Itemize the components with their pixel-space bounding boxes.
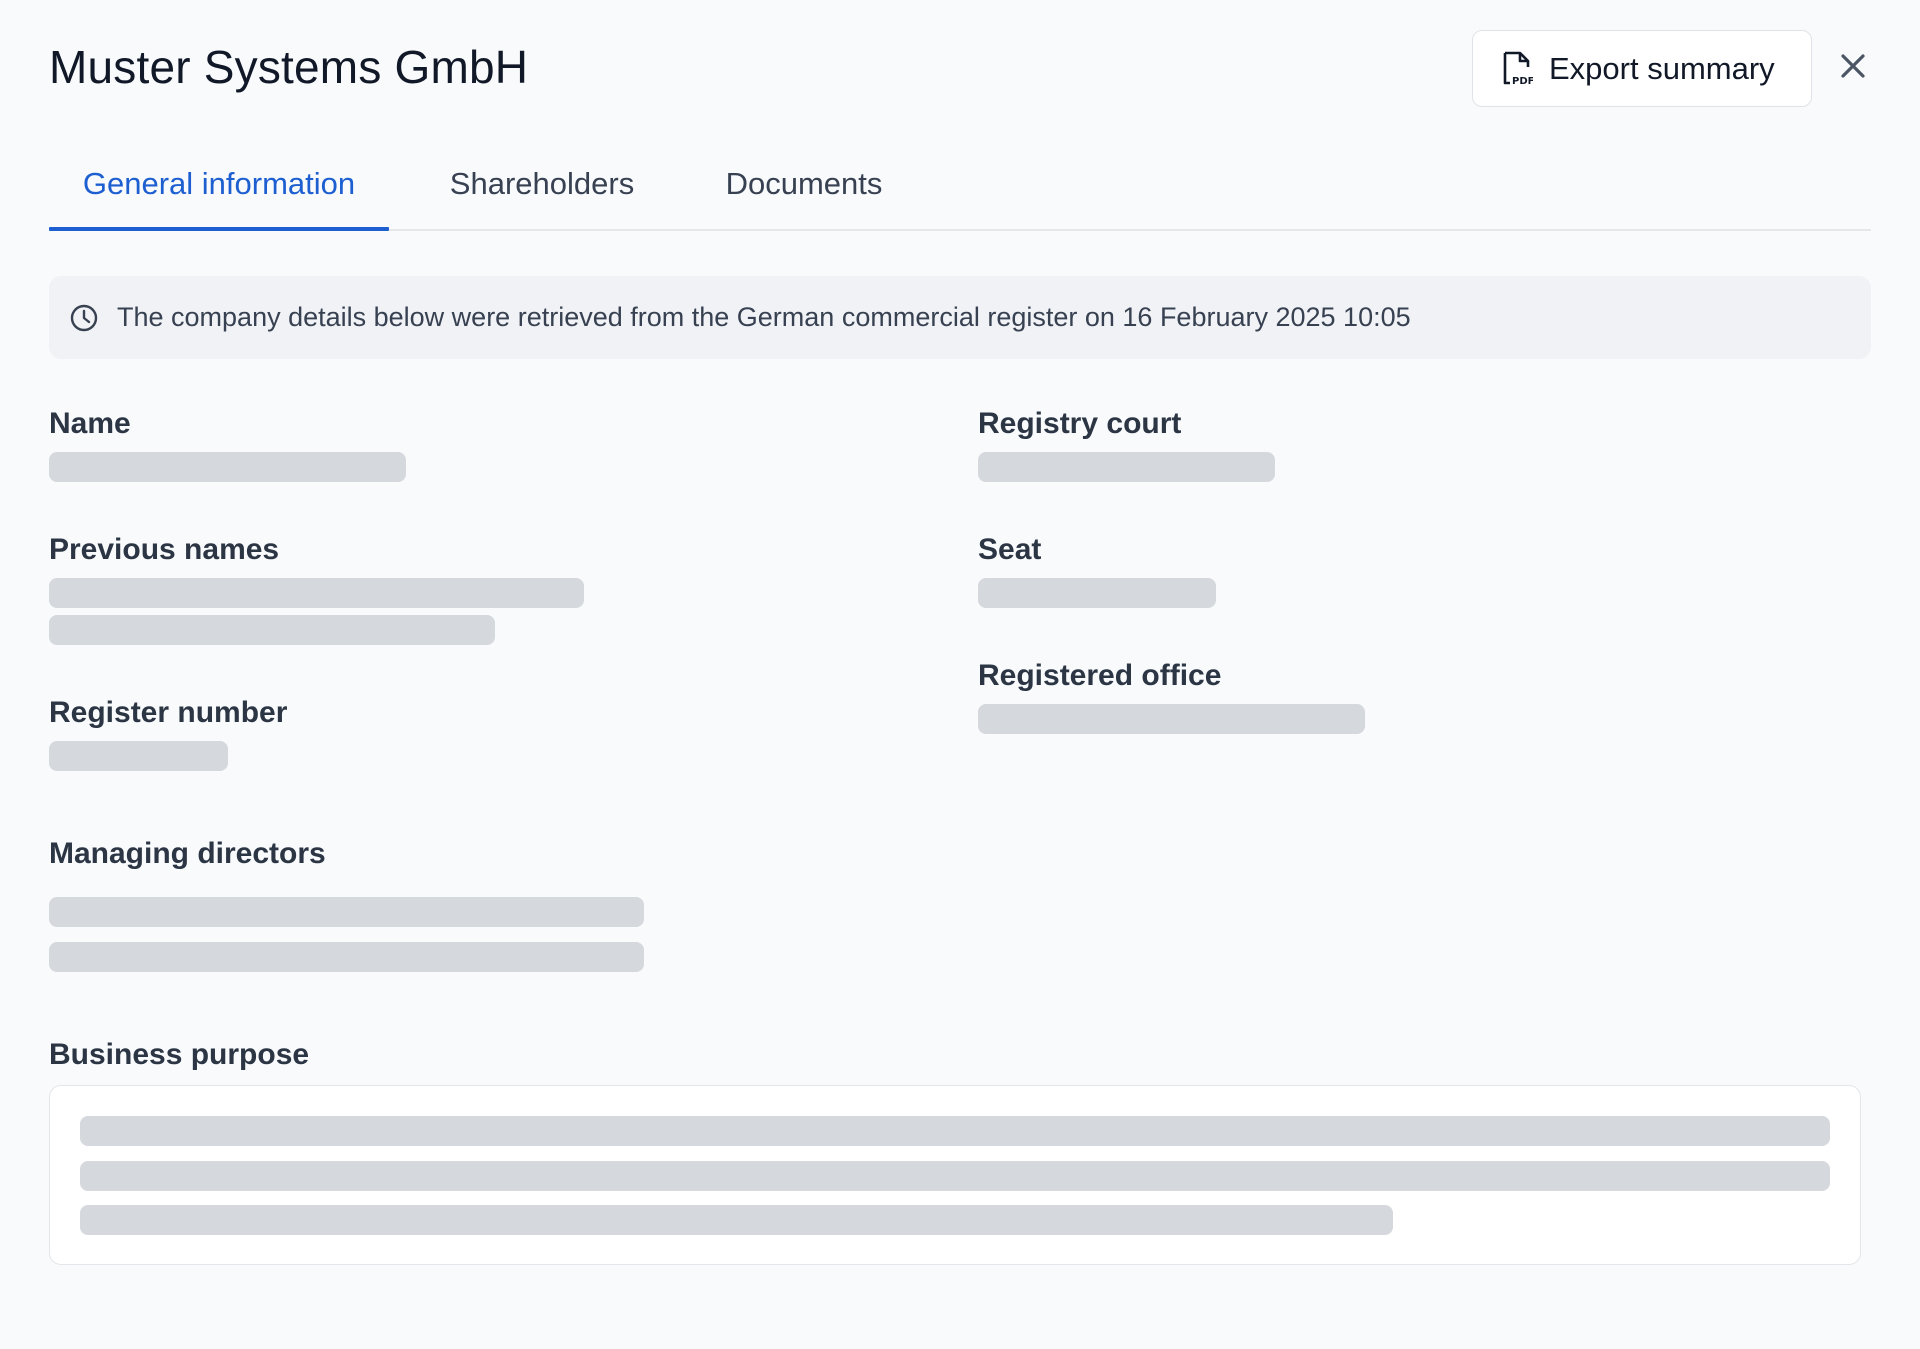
name-value-placeholder [49,452,406,482]
export-summary-label: Export summary [1549,50,1775,86]
seat-label: Seat [978,533,1042,566]
register-retrieval-notice: The company details below were retrieved… [49,276,1871,359]
business-purpose-line-placeholder [80,1116,1830,1146]
managing-director-placeholder [49,897,644,927]
tab-bar: General information Shareholders Documen… [49,140,1871,231]
managing-directors-label: Managing directors [49,837,326,870]
registry-court-label: Registry court [978,407,1182,440]
svg-text:PDF: PDF [1512,76,1533,87]
managing-director-placeholder [49,942,644,972]
business-purpose-line-placeholder [80,1161,1830,1191]
tab-documents-label: Documents [725,165,883,201]
register-number-label: Register number [49,696,288,729]
registered-office-value-placeholder [978,704,1365,734]
tab-general-information-label: General information [82,165,356,201]
tab-shareholders[interactable]: Shareholders [389,138,655,229]
panel-header: Muster Systems GmbH PDF Export summary [49,0,1871,140]
previous-names-value-placeholder [49,615,495,645]
registered-office-label: Registered office [978,659,1222,692]
tab-documents[interactable]: Documents [655,138,905,229]
business-purpose-box [49,1085,1861,1265]
company-fields: Name Previous names Register number Mana… [49,359,1871,1265]
close-button[interactable] [1833,46,1873,86]
pdf-file-icon: PDF [1503,51,1533,87]
clock-icon [70,304,98,331]
business-purpose-label: Business purpose [49,1038,310,1071]
registry-court-value-placeholder [978,452,1275,482]
name-label: Name [49,407,131,440]
page-title: Muster Systems GmbH [49,41,529,93]
notice-text: The company details below were retrieved… [117,302,1411,332]
tab-shareholders-label: Shareholders [449,165,635,201]
previous-names-value-placeholder [49,578,584,608]
register-number-value-placeholder [49,741,228,771]
company-detail-panel: Muster Systems GmbH PDF Export summary G… [0,0,1920,1349]
previous-names-label: Previous names [49,533,280,566]
export-summary-button[interactable]: PDF Export summary [1472,30,1812,107]
business-purpose-line-placeholder [80,1205,1393,1235]
seat-value-placeholder [978,578,1216,608]
tab-general-information[interactable]: General information [49,138,389,231]
close-icon [1841,54,1865,78]
